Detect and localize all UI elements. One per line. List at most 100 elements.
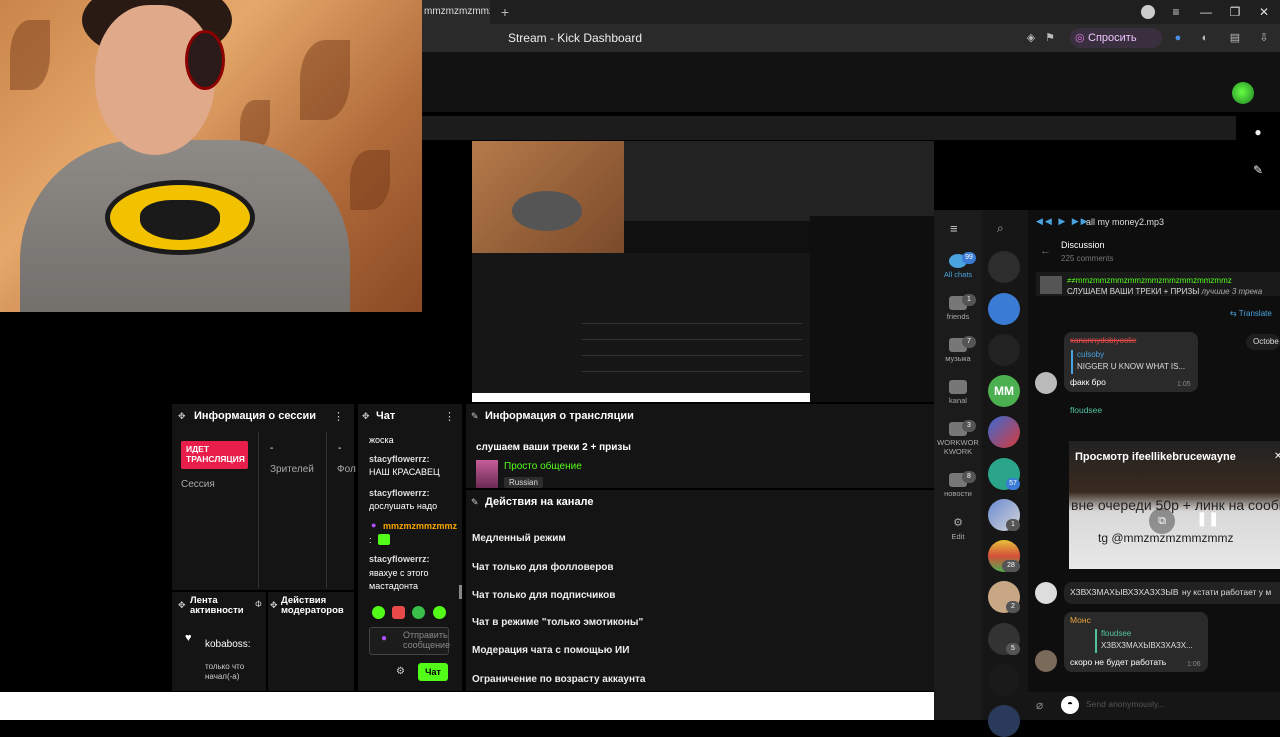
translate-label: Translate (1238, 309, 1272, 318)
close-icon[interactable]: ✕ (1274, 451, 1280, 462)
emote-icon[interactable] (392, 606, 405, 619)
player-controls[interactable]: ◀◀ ▶ ▶▶ (1036, 216, 1090, 227)
chat-scrollbar[interactable] (459, 585, 462, 599)
site-header (422, 52, 1280, 112)
action-ai-moderation[interactable]: Модерация чата с помощью ИИ (472, 645, 629, 656)
chat-input-placeholder: Отправить сообщение (403, 630, 451, 650)
message-sender[interactable]: Монс (1070, 615, 1091, 625)
panel-drag-icon[interactable]: ✥ (178, 411, 186, 422)
emote-icon[interactable] (412, 606, 425, 619)
stream-info-title: Информация о трансляции (485, 410, 634, 422)
info-icon[interactable]: ● (1248, 122, 1268, 142)
heart-icon: ♥ (185, 632, 192, 644)
chat-avatar[interactable] (988, 251, 1020, 283)
emote-icon[interactable] (433, 606, 446, 619)
pause-icon[interactable]: ❚❚ (1196, 510, 1219, 527)
chat-avatar[interactable] (988, 334, 1020, 366)
folder-kanal[interactable]: kanal (934, 380, 982, 405)
collections-icon[interactable]: ▤ (1227, 30, 1243, 46)
saved-messages-avatar[interactable] (988, 293, 1020, 325)
bookmark-icon[interactable]: ⚑ (1042, 30, 1058, 46)
panel-menu-icon[interactable]: ⋮ (444, 410, 455, 423)
message-text: скоро не будет работать (1070, 657, 1167, 667)
user-avatar[interactable] (1232, 82, 1254, 104)
extension-icon[interactable]: ● (1170, 30, 1186, 46)
pinned-text-sub: лучшие 3 трека (1201, 287, 1263, 296)
chat-send-button[interactable]: Чат (418, 663, 448, 681)
anonymous-icon[interactable]: ◓ (1061, 696, 1079, 714)
player-track: all my money2.mp3 (1086, 217, 1165, 227)
attach-icon[interactable]: ⌀ (1036, 698, 1043, 712)
edit-icon[interactable]: ✎ (1248, 160, 1268, 180)
category-name[interactable]: Просто общение (504, 461, 582, 472)
search-icon[interactable]: ⌕ (997, 221, 1004, 236)
edit-icon[interactable]: ✎ (471, 411, 479, 422)
discussion-title: Discussion (1061, 240, 1105, 250)
chat-username[interactable]: stacyflowerrz: (369, 554, 430, 564)
hamburger-icon[interactable]: ≡ (950, 221, 958, 236)
chat-avatar[interactable] (988, 664, 1020, 696)
activity-user[interactable]: kobaboss: (205, 639, 255, 650)
discussion-count: 225 comments (1061, 254, 1114, 263)
maximize-icon[interactable]: ❐ (1225, 4, 1245, 20)
session-panel-title: Информация о сессии (194, 410, 317, 422)
panel-drag-icon[interactable]: ✥ (178, 600, 186, 611)
chat-avatar[interactable] (988, 416, 1020, 448)
sender-avatar[interactable] (1035, 650, 1057, 672)
session-label: Сессия (181, 479, 215, 490)
folders-sidebar (934, 210, 982, 720)
stream-title: слушаем ваши треки 2 + призы (476, 442, 631, 453)
activity-title: Лента активности (190, 595, 244, 616)
panel-drag-icon[interactable]: ✥ (362, 411, 370, 422)
shield-icon[interactable]: ◐ (1197, 30, 1213, 46)
action-emotes-only[interactable]: Чат в режиме "только эмотиконы" (472, 617, 643, 628)
chat-settings-icon[interactable]: ⚙ (396, 666, 405, 677)
edit-icon[interactable]: ✎ (471, 497, 479, 508)
translate-button[interactable]: ⇆ Translate (1230, 309, 1272, 318)
pinned-thumbnail (1040, 276, 1062, 294)
message-sender[interactable]: xanannydobiyoolie (1070, 336, 1136, 345)
live-badge: ИДЕТ ТРАНСЛЯЦИЯ (181, 441, 248, 469)
emote-icon (378, 534, 390, 545)
menu-icon[interactable]: ≡ (1166, 4, 1186, 20)
chat-username[interactable]: stacyflowerrz: (369, 488, 430, 498)
chat-username[interactable]: mmzmzmmzmmz (383, 521, 461, 531)
chat-username[interactable]: stacyflowerrz: (369, 454, 430, 464)
back-icon[interactable]: ← (1040, 245, 1051, 257)
channel-actions-title: Действия на канале (485, 496, 594, 508)
chat-avatar[interactable]: MM (988, 375, 1020, 407)
ask-button[interactable]: Спросить (1070, 28, 1162, 48)
action-account-age[interactable]: Ограничение по возрасту аккаунта (472, 674, 646, 685)
action-subscribers-only[interactable]: Чат только для подписчиков (472, 590, 615, 601)
reply-user: floudsee (1101, 629, 1132, 638)
pip-icon[interactable]: ⧉ (1149, 508, 1175, 534)
bookmarks-icon[interactable]: ◈ (1023, 30, 1039, 46)
close-icon[interactable]: ✕ (1254, 4, 1274, 20)
panel-menu-icon[interactable]: Ф (255, 599, 262, 609)
viewers-label: Зрителей (270, 464, 314, 475)
followers-value: - (338, 443, 342, 454)
panel-drag-icon[interactable]: ✥ (270, 600, 278, 611)
panel-menu-icon[interactable]: ⋮ (333, 410, 344, 423)
message-sender[interactable]: floudsee (1070, 405, 1102, 415)
minimize-icon[interactable]: — (1196, 4, 1216, 20)
chat-avatar[interactable] (988, 705, 1020, 737)
video-line1: вне очереди 50р + линк на сообщение (1071, 497, 1280, 513)
pinned-text-main: СЛУШАЕМ ВАШИ ТРЕКИ + ПРИЗЫ (1067, 287, 1200, 296)
emote-icon[interactable] (372, 606, 385, 619)
chat-message-text: дослушать надо (369, 501, 438, 511)
stream-preview (472, 141, 934, 402)
message-text: факк бро (1070, 377, 1106, 387)
message-time: 1:06 (1187, 661, 1201, 668)
chat-message-text: явахуе с этого мастадонта (369, 568, 429, 591)
new-tab-button[interactable]: + (497, 4, 513, 20)
browser-tab[interactable]: mmzmzmzmmz m (422, 0, 490, 24)
sender-avatar[interactable] (1035, 372, 1057, 394)
folder-edit[interactable]: ⚙ Edit (934, 516, 982, 541)
message-input[interactable]: Send anonymously... (1086, 699, 1165, 709)
sender-avatar[interactable] (1035, 582, 1057, 604)
browser-profile-icon[interactable] (1141, 5, 1155, 19)
action-slow-mode[interactable]: Медленный режим (472, 533, 566, 544)
action-followers-only[interactable]: Чат только для фолловеров (472, 562, 614, 573)
download-icon[interactable]: ⇩ (1256, 30, 1272, 46)
